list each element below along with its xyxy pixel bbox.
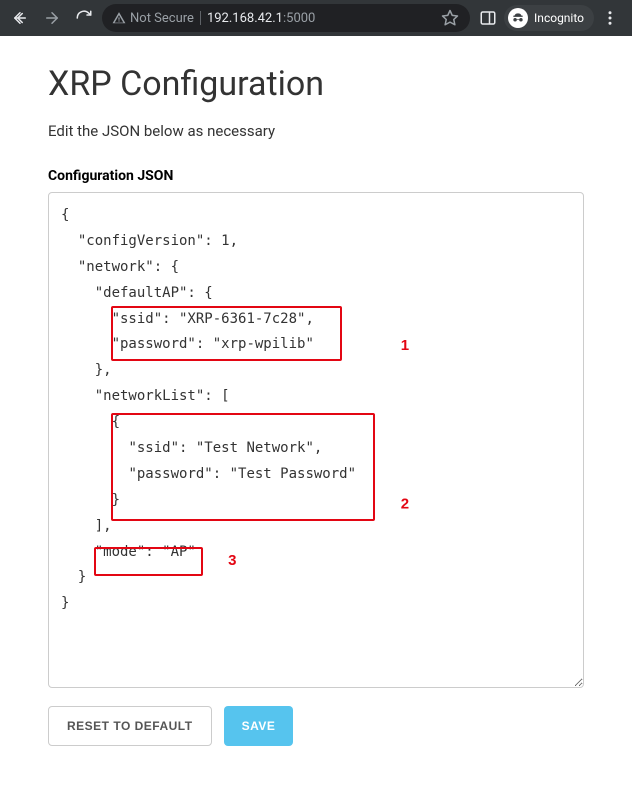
reload-icon	[75, 9, 93, 27]
not-secure-label: Not Secure	[130, 11, 194, 26]
button-row: Reset to Default Save	[48, 706, 584, 746]
page-title: XRP Configuration	[48, 64, 584, 104]
warning-icon	[112, 11, 126, 25]
reload-button[interactable]	[70, 4, 98, 32]
arrow-left-icon	[11, 9, 29, 27]
panel-button[interactable]	[474, 4, 502, 32]
panel-icon	[479, 9, 497, 27]
security-not-secure[interactable]: Not Secure	[112, 11, 194, 26]
reset-button[interactable]: Reset to Default	[48, 706, 212, 746]
divider	[200, 11, 201, 25]
address-bar[interactable]: Not Secure 192.168.42.1:5000	[102, 4, 470, 32]
url-text: 192.168.42.1:5000	[207, 11, 315, 26]
save-button[interactable]: Save	[224, 706, 294, 746]
menu-button[interactable]	[596, 4, 624, 32]
incognito-icon	[508, 8, 528, 28]
page-subtitle: Edit the JSON below as necessary	[48, 122, 584, 140]
config-json-label: Configuration JSON	[48, 168, 584, 184]
forward-button[interactable]	[38, 4, 66, 32]
back-button[interactable]	[6, 4, 34, 32]
arrow-right-icon	[43, 9, 61, 27]
browser-toolbar: Not Secure 192.168.42.1:5000 Incognito	[0, 0, 632, 36]
page-content: XRP Configuration Edit the JSON below as…	[0, 36, 632, 764]
json-editor-wrap: { "configVersion": 1, "network": { "defa…	[48, 192, 584, 688]
bookmark-button[interactable]	[440, 8, 460, 28]
kebab-icon	[601, 9, 619, 27]
incognito-label: Incognito	[534, 11, 584, 25]
config-json-textarea[interactable]	[48, 192, 584, 688]
star-icon	[441, 9, 459, 27]
incognito-badge[interactable]: Incognito	[504, 5, 594, 31]
